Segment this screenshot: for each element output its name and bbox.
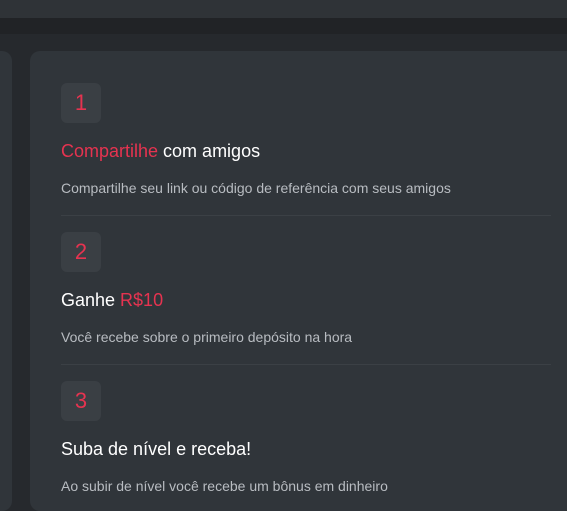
step-description: Você recebe sobre o primeiro depósito na… — [61, 329, 353, 345]
step-title: Ganhe R$10 — [61, 289, 551, 311]
step-number-badge: 3 — [61, 381, 101, 421]
step-description: Ao subir de nível você recebe um bônus e… — [61, 478, 388, 494]
step-number-badge: 2 — [61, 232, 101, 272]
top-bar-shadow — [0, 18, 567, 34]
step-divider — [61, 215, 551, 216]
step-title-accent: Compartilhe — [61, 141, 159, 161]
step-title: Compartilhe com amigos — [61, 140, 551, 162]
step-number-badge: 1 — [61, 83, 101, 123]
step-title: Suba de nível e receba! — [61, 439, 252, 459]
step-divider — [61, 364, 551, 365]
step-2: 2 Ganhe R$10 Você recebe sobre o primeir… — [61, 232, 551, 346]
step-3: 3 Suba de nível e receba! Ao subir de ní… — [61, 381, 551, 495]
step-title-plain: Ganhe — [61, 290, 121, 310]
step-title-accent: R$10 — [120, 290, 164, 310]
referral-steps-panel: 1 Compartilhe com amigos Compartilhe seu… — [30, 51, 567, 511]
left-panel — [0, 51, 12, 511]
top-bar — [0, 0, 567, 18]
step-1: 1 Compartilhe com amigos Compartilhe seu… — [61, 83, 551, 197]
step-description: Compartilhe seu link ou código de referê… — [61, 180, 451, 196]
step-title-rest: com amigos — [158, 141, 261, 161]
